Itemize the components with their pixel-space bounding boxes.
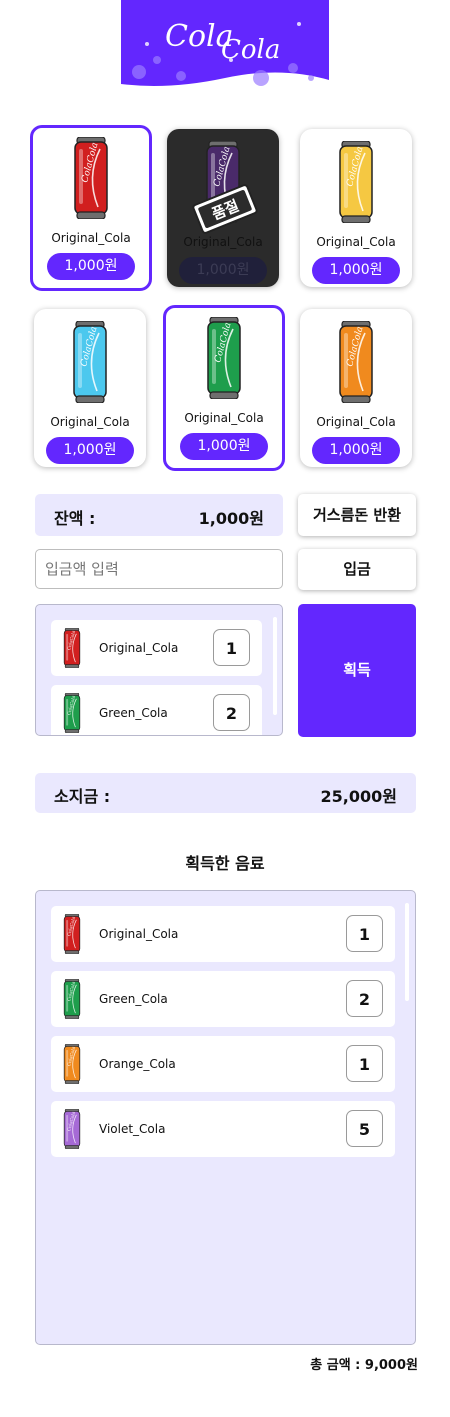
product-card[interactable]: ColaCola Original_Cola 1,000원 [30, 125, 152, 291]
item-name: Original_Cola [99, 927, 179, 941]
cola-can-icon: ColaCola [61, 978, 83, 1020]
item-count: 2 [346, 980, 383, 1017]
cola-can-icon: ColaCola [74, 136, 108, 220]
product-card[interactable]: ColaCola Original_Cola 1,000원 [300, 309, 412, 467]
product-price: 1,000원 [312, 437, 400, 464]
wallet-label: 소지금 : [54, 787, 111, 806]
item-name: Green_Cola [99, 992, 168, 1006]
list-item[interactable]: ColaCola Orange_Cola 1 [51, 1036, 395, 1092]
balance-value: 1,000원 [198, 509, 264, 528]
item-name: Green_Cola [99, 706, 168, 720]
cart-scrollbar[interactable] [273, 617, 277, 715]
product-price: 1,000원 [179, 257, 267, 284]
item-count: 1 [213, 629, 250, 666]
product-card[interactable]: ColaCola Original_Cola 1,000원 [34, 309, 146, 467]
cola-logo: Cola Cola [121, 0, 329, 88]
product-price: 1,000원 [180, 433, 268, 460]
product-name: Original_Cola [316, 235, 396, 249]
list-item[interactable]: ColaCola Green_Cola 2 [51, 685, 262, 735]
soldout-stamp: 품절 [191, 183, 259, 235]
cola-can-icon: ColaCola [207, 316, 241, 400]
cola-can-icon: ColaCola [73, 320, 107, 404]
cola-can-icon: ColaCola [61, 627, 83, 669]
product-price: 1,000원 [312, 257, 400, 284]
total-amount: 총 금액 : 9,000원 [310, 1358, 418, 1373]
wallet-value: 25,000원 [320, 787, 397, 806]
deposit-input[interactable]: 입금액 입력 [35, 549, 283, 589]
product-name: Original_Cola [51, 231, 131, 245]
cola-can-icon: ColaCola [339, 320, 373, 404]
item-name: Original_Cola [99, 641, 179, 655]
balance-display: 잔액 : 1,000원 [35, 494, 283, 536]
product-card[interactable]: ColaCola Original_Cola 1,000원 [163, 305, 285, 471]
product-price: 1,000원 [46, 437, 134, 464]
balance-label: 잔액 : [54, 509, 96, 528]
list-item[interactable]: ColaCola Original_Cola 1 [51, 620, 262, 676]
product-name: Original_Cola [316, 415, 396, 429]
cola-can-icon: ColaCola [61, 913, 83, 955]
product-card[interactable]: ColaCola Original_Cola 1,000원 [300, 129, 412, 287]
item-count: 5 [346, 1110, 383, 1147]
cart-list[interactable]: ColaCola Original_Cola 1 ColaCola Green_C… [35, 604, 283, 736]
cola-can-icon: ColaCola [61, 692, 83, 734]
acquired-title: 획득한 음료 [185, 854, 265, 873]
product-name: Original_Cola [50, 415, 130, 429]
product-price: 1,000원 [47, 253, 135, 280]
cola-can-icon: ColaCola [61, 1108, 83, 1150]
list-item[interactable]: ColaCola Original_Cola 1 [51, 906, 395, 962]
list-item[interactable]: ColaCola Green_Cola 2 [51, 971, 395, 1027]
item-count: 2 [213, 694, 250, 731]
return-change-button[interactable]: 거스름돈 반환 [298, 494, 416, 536]
cola-can-icon: ColaCola [339, 140, 373, 224]
item-name: Orange_Cola [99, 1057, 176, 1071]
item-count: 1 [346, 915, 383, 952]
acquired-list[interactable]: ColaCola Original_Cola 1 ColaCola Green_C… [35, 890, 416, 1345]
logo-text-bottom: Cola [221, 35, 280, 65]
product-card[interactable]: ColaCola 품절 Original_Cola 1,000원 [167, 129, 279, 287]
acquired-scrollbar[interactable] [405, 903, 409, 1001]
product-name: Original_Cola [183, 235, 263, 249]
item-count: 1 [346, 1045, 383, 1082]
product-name: Original_Cola [184, 411, 264, 425]
get-button[interactable]: 획득 [298, 604, 416, 737]
list-item[interactable]: ColaCola Violet_Cola 5 [51, 1101, 395, 1157]
cola-can-icon: ColaCola [61, 1043, 83, 1085]
item-name: Violet_Cola [99, 1122, 166, 1136]
wallet-display: 소지금 : 25,000원 [35, 773, 416, 813]
deposit-button[interactable]: 입금 [298, 549, 416, 590]
